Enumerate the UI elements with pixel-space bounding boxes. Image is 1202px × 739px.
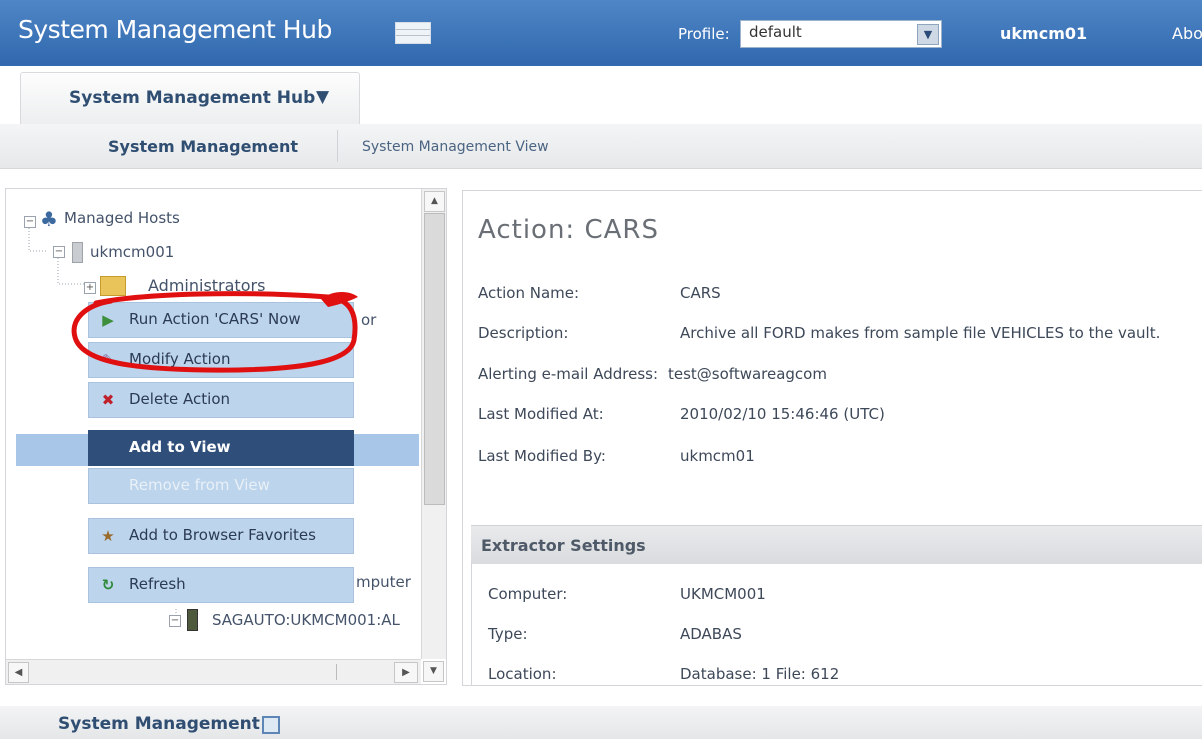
menu-item-add-to-view[interactable]: Add to View bbox=[88, 430, 354, 466]
tree-item-node[interactable]: SAGAUTO:UKMCM001:AL bbox=[212, 611, 400, 629]
scroll-left-icon[interactable]: ◀ bbox=[8, 662, 29, 683]
menu-item-delete-action[interactable]: ✖ Delete Action bbox=[88, 382, 354, 418]
top-banner: System Management Hub Profile: default ▼… bbox=[0, 0, 1202, 66]
tab-system-management[interactable]: System Management bbox=[108, 137, 298, 156]
field-label: Description: bbox=[478, 324, 569, 342]
field-value: CARS bbox=[680, 284, 721, 302]
field-label: Alerting e-mail Address: bbox=[478, 365, 659, 383]
divider bbox=[336, 664, 337, 680]
field-label: Computer: bbox=[488, 585, 568, 603]
network-icon: ♣ bbox=[40, 207, 58, 231]
annotation-circle bbox=[71, 291, 358, 373]
extractor-settings-body: Computer: UKMCM001 Type: ADABAS Location… bbox=[471, 563, 1202, 685]
field-value: test@softwareagcom bbox=[668, 365, 827, 383]
field-label: Type: bbox=[488, 625, 528, 643]
field-label: Location: bbox=[488, 665, 557, 683]
horizontal-scrollbar[interactable]: ◀ ▶ bbox=[6, 659, 421, 684]
bottom-tab-label[interactable]: System Management bbox=[58, 714, 260, 734]
favorites-icon: ★ bbox=[101, 527, 115, 545]
user-name: ukmcm01 bbox=[1000, 24, 1088, 43]
app-title: System Management Hub bbox=[18, 15, 332, 44]
menu-item-add-favorites[interactable]: ★ Add to Browser Favorites bbox=[88, 518, 354, 554]
scroll-thumb[interactable] bbox=[424, 213, 445, 505]
profile-label: Profile: bbox=[678, 25, 730, 43]
field-label: Last Modified At: bbox=[478, 405, 604, 423]
collapse-toggle[interactable]: − bbox=[53, 246, 65, 258]
delete-icon: ✖ bbox=[101, 391, 115, 409]
tab-system-management-view[interactable]: System Management View bbox=[362, 139, 549, 155]
maximize-icon[interactable] bbox=[262, 716, 280, 734]
field-value: ADABAS bbox=[680, 625, 742, 643]
grid-icon[interactable] bbox=[395, 22, 431, 44]
tree-item-managed-hosts[interactable]: Managed Hosts bbox=[64, 209, 180, 227]
divider bbox=[337, 130, 338, 162]
scroll-down-icon[interactable]: ▼ bbox=[423, 661, 444, 682]
menu-item-remove-from-view[interactable]: Remove from View bbox=[88, 468, 354, 504]
hub-tab[interactable]: System Management Hub ▼ bbox=[20, 72, 360, 125]
collapse-toggle[interactable]: − bbox=[169, 615, 181, 627]
field-value: ukmcm01 bbox=[680, 447, 755, 465]
about-link[interactable]: Abo bbox=[1172, 24, 1202, 43]
profile-value: default bbox=[749, 23, 802, 41]
scroll-up-icon[interactable]: ▲ bbox=[424, 191, 445, 212]
profile-select[interactable]: default ▼ bbox=[740, 20, 942, 48]
page-title: Action: CARS bbox=[478, 215, 659, 245]
field-value: UKMCM001 bbox=[680, 585, 766, 603]
server-icon bbox=[72, 242, 83, 263]
menu-item-refresh[interactable]: ↻ Refresh bbox=[88, 567, 354, 603]
refresh-icon: ↻ bbox=[101, 576, 115, 594]
caret-down-icon[interactable]: ▼ bbox=[316, 87, 329, 107]
details-panel: Action: CARS Action Name: CARS Descripti… bbox=[462, 190, 1202, 686]
section-header: Extractor Settings bbox=[471, 525, 1202, 564]
scroll-right-icon[interactable]: ▶ bbox=[394, 662, 418, 683]
collapse-toggle[interactable]: − bbox=[24, 216, 36, 228]
field-label: Action Name: bbox=[478, 284, 580, 302]
tree-item-host[interactable]: ukmcm001 bbox=[90, 243, 174, 261]
bottom-bar: System Management bbox=[0, 706, 1202, 739]
sub-navigation: System Management System Management View bbox=[0, 124, 1202, 169]
field-value: Archive all FORD makes from sample file … bbox=[680, 324, 1161, 342]
vertical-scrollbar[interactable]: ▲ bbox=[421, 189, 446, 659]
field-value: Database: 1 File: 612 bbox=[680, 665, 840, 683]
section-title: Extractor Settings bbox=[481, 536, 646, 555]
field-label: Last Modified By: bbox=[478, 447, 606, 465]
hub-tab-label: System Management Hub bbox=[69, 88, 316, 108]
chevron-down-icon[interactable]: ▼ bbox=[917, 24, 939, 45]
field-value: 2010/02/10 15:46:46 (UTC) bbox=[680, 405, 885, 423]
tree-partial-text: mputer bbox=[356, 573, 411, 591]
traffic-light-icon bbox=[187, 609, 198, 631]
